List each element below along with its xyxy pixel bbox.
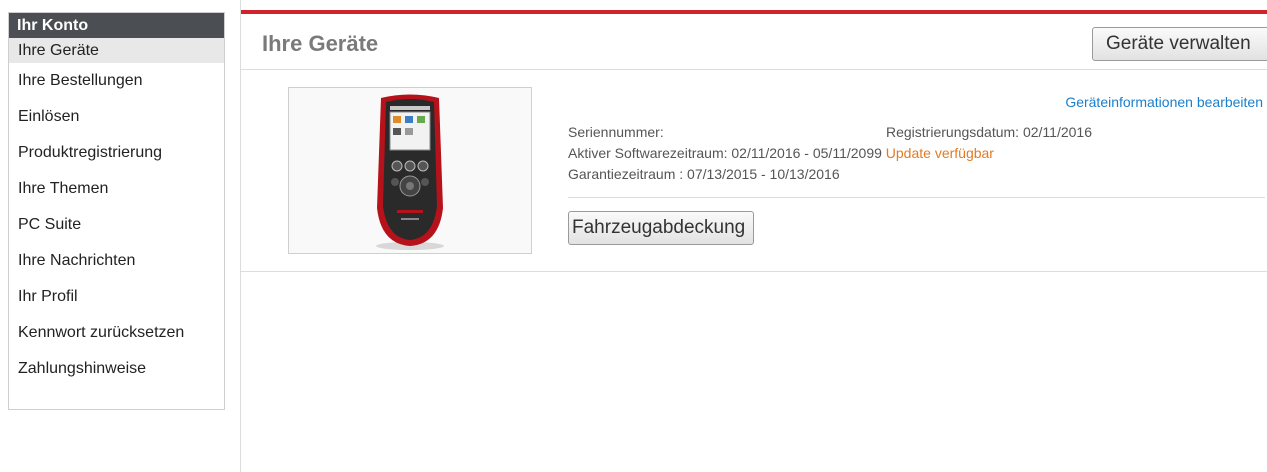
software-period-row: Aktiver Softwarezeitraum: 02/11/2016 - 0…	[568, 143, 994, 164]
software-period: Aktiver Softwarezeitraum: 02/11/2016 - 0…	[568, 145, 882, 161]
vehicle-coverage-button[interactable]: Fahrzeugabdeckung	[568, 211, 754, 245]
registration-date: Registrierungsdatum: 02/11/2016	[886, 124, 1092, 140]
sidebar-item-topics[interactable]: Ihre Themen	[9, 171, 224, 207]
serial-row: Seriennummer: Registrierungsdatum: 02/11…	[568, 122, 1092, 143]
sidebar-item-devices[interactable]: Ihre Geräte	[9, 38, 224, 63]
sidebar-item-profile[interactable]: Ihr Profil	[9, 279, 224, 315]
sidebar-item-orders[interactable]: Ihre Bestellungen	[9, 63, 224, 99]
device-divider	[241, 271, 1267, 272]
warranty-period: Garantiezeitraum : 07/13/2015 - 10/13/20…	[568, 166, 840, 182]
account-sidebar: Ihr Konto Ihre Geräte Ihre Bestellungen …	[8, 12, 225, 410]
manage-devices-button[interactable]: Geräte verwalten	[1092, 27, 1267, 61]
sidebar-header: Ihr Konto	[9, 13, 224, 38]
update-available-link[interactable]: Update verfügbar	[886, 145, 994, 161]
accent-bar	[241, 10, 1267, 14]
edit-device-info-link[interactable]: Geräteinformationen bearbeiten	[1065, 94, 1263, 110]
warranty-row: Garantiezeitraum : 07/13/2015 - 10/13/20…	[568, 164, 994, 185]
sidebar-item-messages[interactable]: Ihre Nachrichten	[9, 243, 224, 279]
device-info: Seriennummer: Registrierungsdatum: 02/11…	[568, 122, 1092, 185]
sidebar-item-product-registration[interactable]: Produktregistrierung	[9, 135, 224, 171]
sidebar-nav: Ihre Geräte Ihre Bestellungen Einlösen P…	[9, 38, 224, 387]
main-content: Ihre Geräte Geräte verwalten Geräteinfor…	[240, 0, 1267, 472]
device-image	[288, 87, 532, 254]
serial-label: Seriennummer:	[568, 124, 664, 140]
sidebar-item-payment-notes[interactable]: Zahlungshinweise	[9, 351, 224, 387]
page-title: Ihre Geräte	[262, 31, 379, 56]
header-divider	[241, 69, 1267, 70]
sidebar-item-pc-suite[interactable]: PC Suite	[9, 207, 224, 243]
info-divider	[568, 197, 1265, 198]
sidebar-item-redeem[interactable]: Einlösen	[9, 99, 224, 135]
obd-scanner-icon	[289, 88, 531, 253]
sidebar-item-reset-password[interactable]: Kennwort zurücksetzen	[9, 315, 224, 351]
